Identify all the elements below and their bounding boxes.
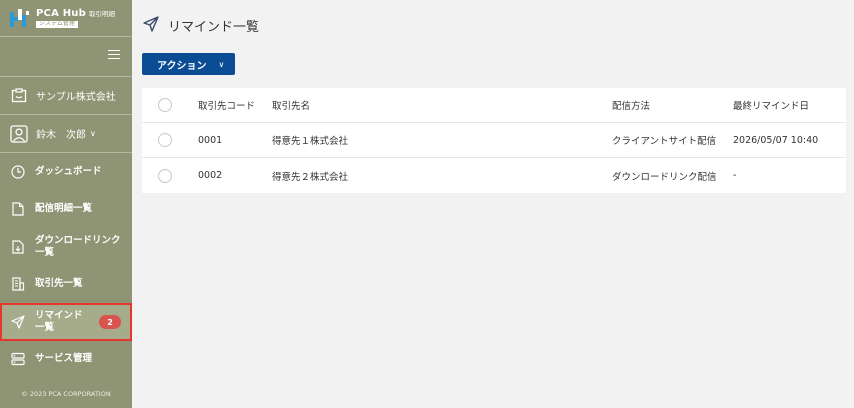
chevron-down-icon: ∨: [90, 129, 96, 138]
send-icon: [143, 16, 159, 35]
server-icon: [10, 351, 26, 367]
cell-name: 得意先１株式会社: [272, 136, 349, 147]
brand-name: PCA Hub: [36, 8, 86, 20]
user-name: 鈴木 次郎: [36, 130, 86, 141]
cell-date: -: [733, 170, 737, 181]
user-menu[interactable]: 鈴木 次郎 ∨: [0, 114, 132, 152]
sidebar: PCA Hub 取引明細 システム管理 サンプル株式会社 鈴木 次郎 ∨ ダッシ…: [0, 0, 132, 408]
cell-name: 得意先２株式会社: [272, 171, 349, 183]
row-select-radio[interactable]: [158, 133, 172, 147]
sidebar-item-label: ダッシュボード: [35, 165, 102, 177]
copyright: © 2023 PCA CORPORATION: [21, 390, 111, 398]
brand-sub: 取引明細: [88, 10, 115, 19]
brand-badge: システム管理: [36, 21, 78, 28]
cell-method: クライアントサイト配信: [612, 136, 717, 147]
notification-badge: 2: [99, 315, 121, 329]
sidebar-item-label: ダウンロードリンク一覧: [35, 234, 121, 258]
sidebar-item-label: 取引先一覧: [35, 278, 83, 290]
page-header: リマインド一覧: [143, 16, 259, 35]
sidebar-item-service-management[interactable]: サービス管理: [0, 341, 132, 379]
app-logo[interactable]: PCA Hub 取引明細 システム管理: [0, 0, 132, 36]
user-icon: [10, 124, 28, 143]
building-icon: [10, 276, 26, 292]
dashboard-icon: [10, 164, 26, 180]
table-header-row: 取引先コード 取引先名 配信方法 最終リマインド日: [142, 88, 846, 123]
action-button-label: アクション: [157, 60, 207, 72]
sidebar-item-clients[interactable]: 取引先一覧: [0, 266, 132, 304]
sidebar-item-label: サービス管理: [35, 353, 93, 365]
sidebar-item-dashboard[interactable]: ダッシュボード: [0, 153, 132, 191]
sidebar-item-delivery-list[interactable]: 配信明細一覧: [0, 191, 132, 229]
chevron-down-icon: ∨: [218, 59, 225, 69]
column-header-method[interactable]: 配信方法: [612, 98, 733, 112]
sidebar-nav: ダッシュボード 配信明細一覧 ダウンロードリンク一覧 取引先一覧 リマインド一覧: [0, 152, 132, 378]
main-content: リマインド一覧 アクション ∨ 取引先コード 取引先名 配信方法 最終リマインド…: [132, 0, 854, 408]
document-icon: [10, 201, 26, 217]
sidebar-item-label: 配信明細一覧: [35, 203, 93, 215]
cell-method: ダウンロードリンク配信: [612, 171, 717, 183]
sidebar-item-label: リマインド一覧: [35, 309, 83, 333]
action-dropdown-button[interactable]: アクション ∨: [142, 53, 235, 75]
download-link-icon: [10, 239, 26, 255]
cell-code: 0002: [198, 170, 223, 181]
table-row[interactable]: 0001 得意先１株式会社 クライアントサイト配信 2026/05/07 10:…: [142, 123, 846, 158]
sidebar-item-remind-list[interactable]: リマインド一覧 2: [0, 303, 132, 341]
cell-date: 2026/05/07 10:40: [733, 134, 819, 146]
company-name: サンプル株式会社: [36, 92, 116, 103]
sidebar-item-download-links[interactable]: ダウンロードリンク一覧: [0, 228, 132, 266]
column-header-name[interactable]: 取引先名: [272, 98, 612, 112]
select-all-radio[interactable]: [158, 98, 172, 112]
send-icon: [10, 314, 26, 330]
cell-code: 0001: [198, 134, 223, 146]
remind-table: 取引先コード 取引先名 配信方法 最終リマインド日 0001 得意先１株式会社 …: [142, 88, 846, 193]
company-selector[interactable]: サンプル株式会社: [0, 76, 132, 114]
page-title: リマインド一覧: [168, 20, 260, 35]
table-row[interactable]: 0002 得意先２株式会社 ダウンロードリンク配信 -: [142, 158, 846, 193]
logo-mark-icon: [10, 9, 30, 27]
column-header-code[interactable]: 取引先コード: [198, 98, 272, 112]
column-header-date[interactable]: 最終リマインド日: [733, 98, 846, 112]
hamburger-menu-icon[interactable]: [108, 50, 120, 60]
row-select-radio[interactable]: [158, 168, 172, 183]
company-icon: [10, 87, 28, 105]
